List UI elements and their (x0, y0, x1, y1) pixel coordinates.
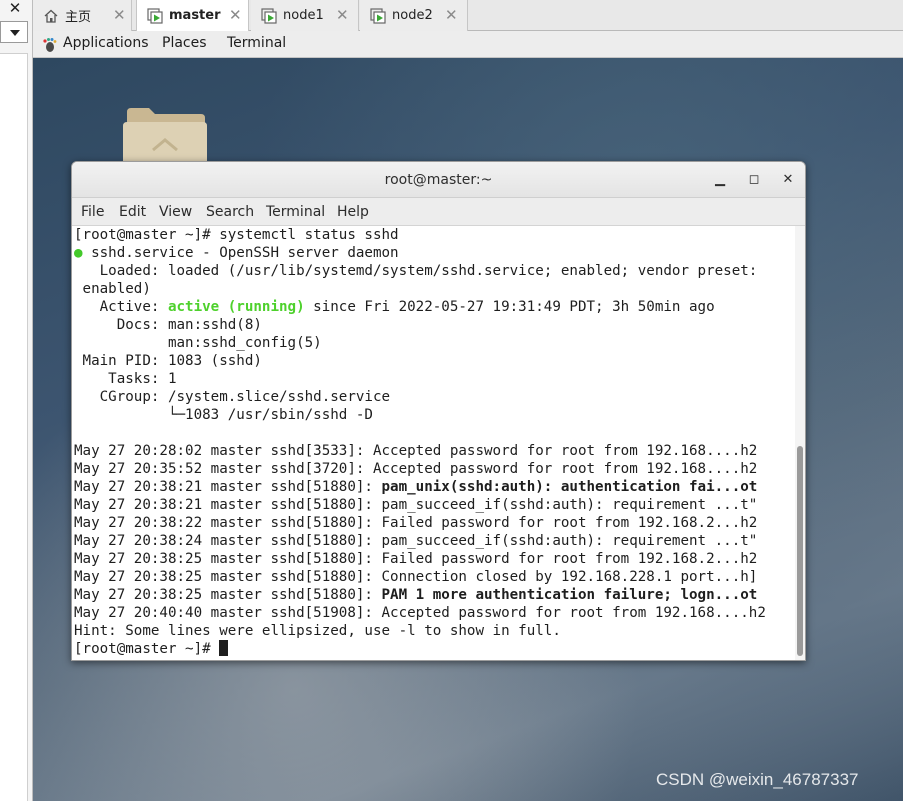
watermark: CSDN @weixin_46787337 (656, 770, 859, 789)
gnome-top-bar: Applications Places Terminal (33, 31, 903, 58)
terminal-line: May 27 20:28:02 master sshd[3533]: Accep… (74, 443, 758, 459)
terminal-line: Tasks: 1 (74, 371, 177, 387)
tab-label: master (169, 8, 221, 23)
status-dot-icon: ● (74, 245, 83, 261)
window-title: root@master:~ (384, 172, 493, 188)
minimize-button[interactable]: ▁ (711, 171, 729, 189)
tab-home[interactable]: 主页 ✕ (33, 0, 132, 31)
tab-label: node1 (283, 8, 324, 23)
terminal-line: May 27 20:38:21 master sshd[51880]: pam_… (74, 497, 758, 513)
terminal-line: └─1083 /usr/sbin/sshd -D (74, 407, 373, 423)
terminal-line: ● sshd.service - OpenSSH server daemon (74, 244, 795, 262)
close-icon[interactable]: ✕ (229, 6, 242, 24)
library-search-dropdown[interactable] (0, 21, 28, 43)
terminal-menu[interactable]: Terminal (227, 35, 286, 51)
terminal-line-text: Active: (74, 299, 168, 315)
terminal-line: Loaded: loaded (/usr/lib/systemd/system/… (74, 263, 758, 279)
terminal-output[interactable]: [root@master ~]# systemctl status sshd ● … (72, 226, 795, 660)
terminal-line-text: May 27 20:38:25 master sshd[51880]: (74, 587, 382, 603)
terminal-line-text: May 27 20:38:21 master sshd[51880]: (74, 479, 382, 495)
tab-node1[interactable]: node1 ✕ (251, 0, 359, 31)
applications-menu[interactable]: Applications (63, 35, 149, 51)
terminal-line: man:sshd_config(5) (74, 335, 322, 351)
terminal-line: May 27 20:38:25 master sshd[51880]: PAM … (74, 586, 795, 604)
terminal-line: enabled) (74, 281, 151, 297)
library-close-button[interactable]: ✕ (0, 0, 30, 18)
tab-label: 主页 (65, 10, 92, 25)
terminal-line: Docs: man:sshd(8) (74, 317, 262, 333)
terminal-line: Active: active (running) since Fri 2022-… (74, 298, 795, 316)
close-button[interactable]: ✕ (779, 171, 797, 189)
terminal-menubar: File Edit View Search Terminal Help (72, 198, 805, 226)
terminal-line: Hint: Some lines were ellipsized, use -l… (74, 623, 561, 639)
maximize-button[interactable]: ◻ (745, 171, 763, 189)
terminal-line: May 27 20:40:40 master sshd[51908]: Acce… (74, 605, 766, 621)
library-tree[interactable] (0, 53, 28, 801)
terminal-scrollbar[interactable] (795, 226, 805, 660)
menu-terminal[interactable]: Terminal (266, 204, 325, 220)
terminal-line: [root@master ~]# systemctl status sshd (74, 227, 399, 243)
vm-running-icon (147, 7, 163, 24)
terminal-window: root@master:~ ▁ ◻ ✕ File Edit View Searc… (71, 161, 806, 661)
vm-running-icon (370, 7, 386, 24)
terminal-line: Main PID: 1083 (sshd) (74, 353, 262, 369)
terminal-line-text: sshd.service - OpenSSH server daemon (82, 245, 399, 261)
terminal-line: May 27 20:38:21 master sshd[51880]: pam_… (74, 478, 795, 496)
terminal-line: May 27 20:35:52 master sshd[3720]: Accep… (74, 461, 758, 477)
service-status: active (running) (167, 299, 305, 315)
tab-master[interactable]: master ✕ (136, 0, 249, 31)
menu-file[interactable]: File (81, 204, 104, 220)
terminal-line-text: since Fri 2022-05-27 19:31:49 PDT; 3h 50… (304, 299, 715, 315)
prompt-line: [root@master ~]# (74, 640, 795, 658)
vm-running-icon (261, 7, 277, 24)
scrollbar-thumb[interactable] (797, 446, 803, 656)
terminal-line: May 27 20:38:25 master sshd[51880]: Fail… (74, 551, 758, 567)
menu-edit[interactable]: Edit (119, 204, 146, 220)
home-icon (43, 8, 59, 24)
home-folder-icon[interactable] (123, 106, 207, 166)
vm-tab-bar: 主页 ✕ master ✕ node1 ✕ node2 ✕ (33, 0, 903, 31)
close-icon[interactable]: ✕ (113, 6, 126, 24)
terminal-line: May 27 20:38:24 master sshd[51880]: pam_… (74, 533, 758, 549)
terminal-line: May 27 20:38:22 master sshd[51880]: Fail… (74, 515, 758, 531)
terminal-line-bold: pam_unix(sshd:auth): authentication fai.… (381, 479, 758, 495)
close-icon[interactable]: ✕ (445, 6, 458, 24)
places-menu[interactable]: Places (162, 35, 207, 51)
tab-node2[interactable]: node2 ✕ (360, 0, 468, 31)
menu-search[interactable]: Search (206, 204, 254, 220)
menu-view[interactable]: View (159, 204, 192, 220)
text-cursor (219, 640, 229, 656)
close-icon[interactable]: ✕ (336, 6, 349, 24)
terminal-line: May 27 20:38:25 master sshd[51880]: Conn… (74, 569, 758, 585)
chevron-down-icon (10, 30, 20, 36)
gnome-foot-icon (41, 37, 57, 57)
terminal-line-bold: PAM 1 more authentication failure; logn.… (381, 587, 758, 603)
prompt-text: [root@master ~]# (74, 641, 220, 657)
tab-label: node2 (392, 8, 433, 23)
terminal-line: CGroup: /system.slice/sshd.service (74, 389, 391, 405)
terminal-titlebar[interactable]: root@master:~ ▁ ◻ ✕ (72, 162, 805, 198)
menu-help[interactable]: Help (337, 204, 369, 220)
library-panel: ✕ (0, 0, 33, 801)
